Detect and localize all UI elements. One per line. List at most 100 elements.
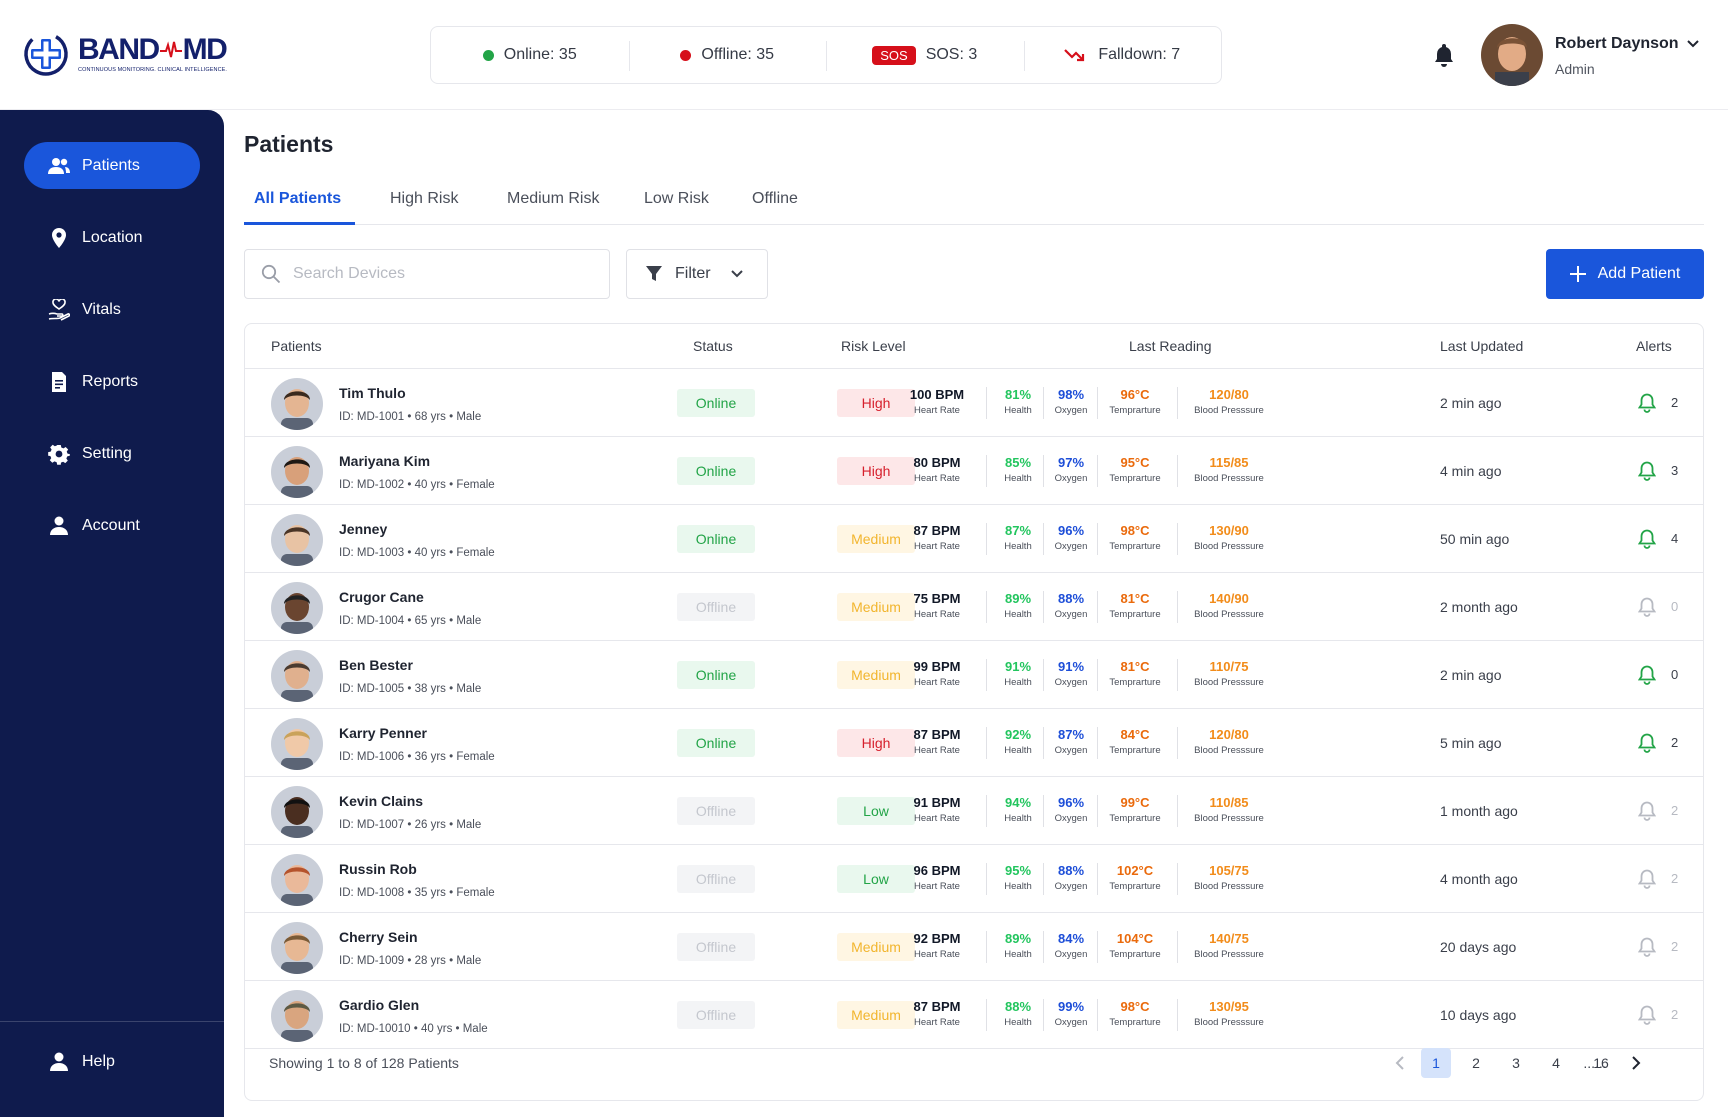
reading-bp: 140/90 Blood Presssure (1194, 591, 1264, 620)
alert-count: 2 (1671, 1007, 1679, 1022)
alert-bell-icon[interactable] (1638, 801, 1656, 821)
alert-bell-icon[interactable] (1638, 869, 1656, 889)
alert-bell-icon[interactable] (1638, 937, 1656, 957)
user-avatar[interactable] (1481, 24, 1543, 86)
reading-health: 88% Health (1004, 999, 1032, 1028)
funnel-icon (646, 266, 662, 281)
reading-temp: 99°C Temprarture (1109, 795, 1161, 824)
column-header-alerts[interactable]: Alerts (1636, 338, 1672, 354)
column-header-patients[interactable]: Patients (271, 338, 322, 354)
patient-meta: ID: MD-1002 • 40 yrs • Female (339, 479, 495, 491)
reading-divider (1177, 591, 1178, 623)
alert-bell-icon[interactable] (1638, 665, 1656, 685)
patient-avatar (271, 650, 323, 702)
table-row[interactable]: Mariyana Kim ID: MD-1002 • 40 yrs • Femal… (245, 437, 1703, 505)
sidebar-item-reports[interactable]: Reports (24, 358, 200, 405)
reading-divider (1043, 999, 1044, 1031)
chevron-down-icon (730, 270, 743, 278)
patient-avatar (271, 922, 323, 974)
table-row[interactable]: Tim Thulo ID: MD-1001 • 68 yrs • Male Onli… (245, 369, 1703, 437)
reading-divider (1097, 999, 1098, 1031)
patient-avatar (271, 990, 323, 1042)
patient-name[interactable]: Cherry Sein (339, 929, 418, 945)
reading-hr: 99 BPM Heart Rate (913, 659, 961, 688)
column-header-status[interactable]: Status (693, 338, 733, 354)
page-button[interactable]: 1 (1421, 1048, 1451, 1078)
table-row[interactable]: Jenney ID: MD-1003 • 40 yrs • Female Onlin… (245, 505, 1703, 573)
alert-bell-icon[interactable] (1638, 597, 1656, 617)
online-dot-icon (482, 49, 494, 61)
reading-divider (1043, 727, 1044, 759)
table-row[interactable]: Crugor Cane ID: MD-1004 • 65 yrs • Male Of… (245, 573, 1703, 641)
tab-offline[interactable]: Offline (752, 190, 798, 208)
patients-table: Patients Status Risk Level Last Reading … (244, 323, 1704, 1101)
tab-low-risk[interactable]: Low Risk (644, 190, 709, 208)
user-icon (50, 1052, 68, 1071)
plus-icon (1569, 266, 1586, 282)
sidebar-item-help[interactable]: Help (24, 1038, 200, 1085)
stat-falldown[interactable]: Falldown: 7 (1023, 27, 1222, 83)
sidebar-item-vitals[interactable]: Vitals (24, 286, 200, 333)
table-row[interactable]: Ben Bester ID: MD-1005 • 38 yrs • Male Onl… (245, 641, 1703, 709)
alert-bell-icon[interactable] (1638, 529, 1656, 549)
chevron-down-icon (1686, 40, 1699, 48)
column-header-last-updated[interactable]: Last Updated (1440, 338, 1523, 354)
page-button[interactable]: 4 (1541, 1048, 1571, 1078)
bandmd-logo[interactable]: BAND MD CONTINUOUS MONITORING. CLINICAL … (22, 28, 228, 80)
reading-oxygen: 97% Oxygen (1054, 455, 1088, 484)
reading-temp: 102°C Temprarture (1109, 863, 1161, 892)
page-button[interactable]: 16 (1586, 1048, 1616, 1078)
next-page-icon[interactable] (1621, 1048, 1651, 1078)
patient-name[interactable]: Jenney (339, 521, 387, 537)
sidebar-item-location[interactable]: Location (24, 214, 200, 261)
patient-name[interactable]: Gardio Glen (339, 997, 419, 1013)
heartbeat-line-icon (159, 41, 182, 58)
reading-divider (986, 455, 987, 487)
tab-high-risk[interactable]: High Risk (390, 190, 458, 208)
reading-temp: 95°C Temprarture (1109, 455, 1161, 484)
reading-temp: 84°C Temprarture (1109, 727, 1161, 756)
gear-icon (48, 444, 70, 465)
notification-bell-icon[interactable] (1432, 42, 1456, 68)
patient-name[interactable]: Tim Thulo (339, 385, 406, 401)
patient-name[interactable]: Kevin Clains (339, 793, 423, 809)
table-row[interactable]: Karry Penner ID: MD-1006 • 36 yrs • Femal… (245, 709, 1703, 777)
filter-dropdown[interactable]: Filter (626, 249, 768, 299)
search-box[interactable] (244, 249, 610, 299)
patient-name[interactable]: Karry Penner (339, 725, 427, 741)
sidebar-item-setting[interactable]: Setting (24, 430, 200, 477)
sidebar-item-account[interactable]: Account (24, 502, 200, 549)
sidebar-divider (0, 1021, 224, 1022)
column-header-risk-level[interactable]: Risk Level (841, 338, 906, 354)
column-header-last-reading[interactable]: Last Reading (1129, 338, 1212, 354)
table-row[interactable]: Kevin Clains ID: MD-1007 • 26 yrs • Male O… (245, 777, 1703, 845)
stat-sos[interactable]: SOS SOS: 3 (826, 27, 1024, 83)
stat-online[interactable]: Online: 35 (431, 27, 629, 83)
page-button[interactable]: 2 (1461, 1048, 1491, 1078)
trend-down-icon (1064, 49, 1085, 62)
table-row[interactable]: Cherry Sein ID: MD-1009 • 28 yrs • Male Of… (245, 913, 1703, 981)
table-row[interactable]: Russin Rob ID: MD-1008 • 35 yrs • Female O… (245, 845, 1703, 913)
user-menu[interactable]: Robert Daynson (1555, 35, 1699, 53)
tab-medium-risk[interactable]: Medium Risk (507, 190, 599, 208)
patient-name[interactable]: Russin Rob (339, 861, 417, 877)
patient-name[interactable]: Mariyana Kim (339, 453, 430, 469)
page-button[interactable]: 3 (1501, 1048, 1531, 1078)
status-badge: Offline (677, 1001, 755, 1029)
sidebar-item-patients[interactable]: Patients (24, 142, 200, 189)
tab-all-patients[interactable]: All Patients (254, 190, 341, 208)
reading-divider (1097, 863, 1098, 895)
alert-bell-icon[interactable] (1638, 733, 1656, 753)
stat-offline[interactable]: Offline: 35 (628, 27, 827, 83)
search-input[interactable] (293, 265, 593, 283)
alert-bell-icon[interactable] (1638, 1005, 1656, 1025)
add-patient-button[interactable]: Add Patient (1546, 249, 1704, 299)
patient-name[interactable]: Crugor Cane (339, 589, 424, 605)
prev-page-icon[interactable] (1385, 1048, 1415, 1078)
patient-name[interactable]: Ben Bester (339, 657, 413, 673)
reading-divider (1043, 863, 1044, 895)
reading-temp: 104°C Temprarture (1109, 931, 1161, 960)
vitals-hand-heart-icon (48, 298, 70, 321)
alert-bell-icon[interactable] (1638, 393, 1656, 413)
alert-bell-icon[interactable] (1638, 461, 1656, 481)
